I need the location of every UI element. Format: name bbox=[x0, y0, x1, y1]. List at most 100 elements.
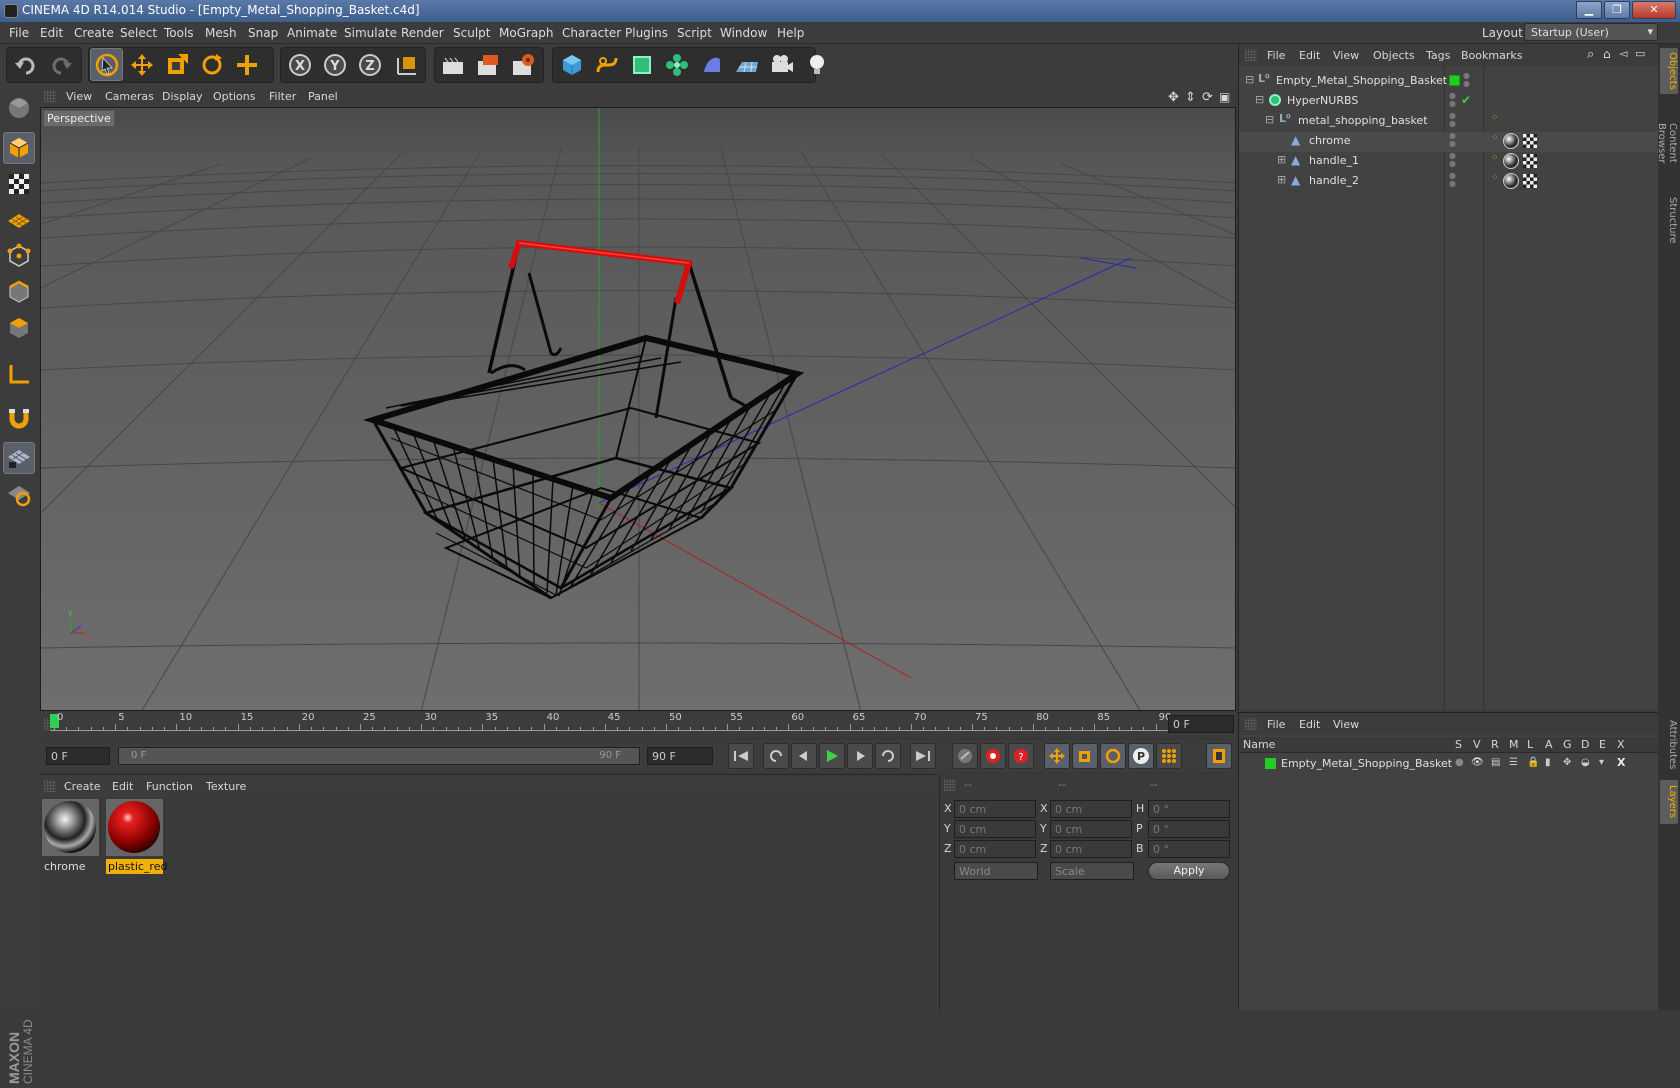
menu-tools[interactable]: Tools bbox=[164, 26, 194, 40]
add-icon[interactable] bbox=[230, 48, 263, 81]
array-icon[interactable] bbox=[660, 48, 693, 81]
viewport-menu-cameras[interactable]: Cameras bbox=[105, 90, 154, 103]
material-plastic-red[interactable]: plastic_red bbox=[106, 799, 167, 874]
texture-mode-icon[interactable] bbox=[3, 168, 35, 200]
next-frame-icon[interactable] bbox=[847, 743, 873, 769]
parameter-key-icon[interactable]: P bbox=[1128, 743, 1154, 769]
restore-button[interactable]: ❐ bbox=[1604, 1, 1630, 19]
lock-icon[interactable]: 🔒 bbox=[1527, 757, 1539, 768]
menu-create[interactable]: Create bbox=[74, 26, 114, 40]
start-frame-field[interactable]: 0 F bbox=[46, 747, 110, 765]
search-icon[interactable]: ⌕ bbox=[1587, 47, 1594, 62]
collapse-icon[interactable]: ⊟ bbox=[1265, 113, 1274, 126]
tab-objects[interactable]: Objects bbox=[1660, 48, 1678, 94]
phong-tag-icon[interactable]: ⁘ bbox=[1491, 113, 1499, 123]
layer-menu-edit[interactable]: Edit bbox=[1299, 718, 1320, 731]
redo-icon[interactable] bbox=[44, 48, 77, 81]
viewport-menu-view[interactable]: View bbox=[66, 90, 92, 103]
make-editable-icon[interactable] bbox=[3, 92, 35, 124]
select-icon[interactable] bbox=[90, 48, 123, 81]
menu-render[interactable]: Render bbox=[401, 26, 444, 40]
coordinate-system-icon[interactable] bbox=[390, 48, 423, 81]
menu-help[interactable]: Help bbox=[777, 26, 804, 40]
menu-script[interactable]: Script bbox=[677, 26, 712, 40]
axis-mode-icon[interactable] bbox=[3, 358, 35, 390]
material-menu-create[interactable]: Create bbox=[64, 780, 101, 793]
phong-tag-icon[interactable]: ⁘ bbox=[1491, 133, 1499, 143]
maximize-view-icon[interactable]: ▣ bbox=[1219, 90, 1230, 104]
expand-icon[interactable]: ⊞ bbox=[1277, 173, 1286, 186]
polygons-mode-icon[interactable] bbox=[3, 312, 35, 344]
position-key-icon[interactable] bbox=[1044, 743, 1070, 769]
record-active-objects-icon[interactable] bbox=[952, 743, 978, 769]
rotation-h-field[interactable]: 0 ° bbox=[1148, 800, 1230, 818]
magnet-icon[interactable] bbox=[3, 402, 35, 434]
y-axis-icon[interactable]: Y bbox=[318, 48, 351, 81]
timeline-ruler[interactable]: 0 5 10 15 20 25 30 35 40 45 50 55 60 65 70 75 80 85 90 0 F bbox=[40, 712, 1236, 736]
expand-icon[interactable]: ⊞ bbox=[1277, 153, 1286, 166]
tab-structure[interactable]: Structure bbox=[1660, 192, 1678, 248]
play-icon[interactable] bbox=[819, 743, 845, 769]
scroll-up-icon[interactable]: ◅ bbox=[1619, 47, 1627, 60]
visibility-dots[interactable]: ● ● bbox=[1449, 112, 1456, 128]
rotation-b-field[interactable]: 0 ° bbox=[1148, 840, 1230, 858]
material-menu-texture[interactable]: Texture bbox=[206, 780, 246, 793]
workplane-icon[interactable] bbox=[3, 204, 35, 236]
move-icon[interactable] bbox=[125, 48, 158, 81]
spline-icon[interactable] bbox=[590, 48, 623, 81]
object-menu-objects[interactable]: Objects bbox=[1373, 49, 1415, 62]
size-mode-dropdown[interactable]: Scale bbox=[1050, 862, 1134, 880]
object-menu-file[interactable]: File bbox=[1267, 49, 1285, 62]
menu-character[interactable]: Character bbox=[562, 26, 621, 40]
autokeying-icon[interactable] bbox=[980, 743, 1006, 769]
nurbs-icon[interactable] bbox=[625, 48, 658, 81]
position-z-field[interactable]: 0 cm bbox=[954, 840, 1036, 858]
material-menu-edit[interactable]: Edit bbox=[112, 780, 133, 793]
close-button[interactable]: ✕ bbox=[1632, 1, 1676, 19]
rotation-key-icon[interactable] bbox=[1100, 743, 1126, 769]
object-menu-view[interactable]: View bbox=[1333, 49, 1359, 62]
menu-simulate[interactable]: Simulate bbox=[344, 26, 397, 40]
tab-attributes[interactable]: Attributes bbox=[1660, 714, 1678, 776]
size-y-field[interactable]: 0 cm bbox=[1050, 820, 1132, 838]
render-picture-viewer-icon[interactable] bbox=[471, 48, 504, 81]
menu-animate[interactable]: Animate bbox=[287, 26, 337, 40]
layer-col-render[interactable]: R bbox=[1491, 738, 1499, 751]
phong-tag-icon[interactable]: ⁘ bbox=[1491, 153, 1499, 163]
viewport-menu-display[interactable]: Display bbox=[162, 90, 203, 103]
locked-workplane-icon[interactable] bbox=[3, 442, 35, 474]
layout-dropdown[interactable]: Startup (User) ▾ bbox=[1524, 23, 1658, 41]
layer-color-chip[interactable] bbox=[1449, 75, 1460, 86]
visibility-dots[interactable]: ● ● bbox=[1449, 152, 1456, 168]
menu-mograph[interactable]: MoGraph bbox=[499, 26, 554, 40]
perspective-viewport[interactable]: y x z Perspective bbox=[40, 107, 1236, 711]
object-row[interactable]: ⊞ ▲ handle_1 ● ● ⁘ bbox=[1239, 152, 1659, 172]
material-menu-function[interactable]: Function bbox=[146, 780, 193, 793]
animation-toggle-icon[interactable]: ▮ bbox=[1545, 757, 1551, 768]
menu-select[interactable]: Select bbox=[120, 26, 157, 40]
layer-col-animation[interactable]: A bbox=[1545, 738, 1553, 751]
light-icon[interactable] bbox=[800, 48, 833, 81]
coordinate-space-dropdown[interactable]: World bbox=[954, 862, 1038, 880]
apply-button[interactable]: Apply bbox=[1148, 862, 1230, 880]
material-tag-icon[interactable] bbox=[1503, 173, 1519, 189]
object-row[interactable]: ⊟ L⁰ Empty_Metal_Shopping_Basket ● ● bbox=[1239, 72, 1659, 92]
uvw-tag-icon[interactable] bbox=[1523, 134, 1537, 148]
minimize-button[interactable]: ▁ bbox=[1576, 1, 1602, 19]
material-tag-icon[interactable] bbox=[1503, 153, 1519, 169]
layer-col-generators[interactable]: G bbox=[1563, 738, 1572, 751]
size-z-field[interactable]: 0 cm bbox=[1050, 840, 1132, 858]
scene-floor-icon[interactable] bbox=[730, 48, 763, 81]
object-menu-edit[interactable]: Edit bbox=[1299, 49, 1320, 62]
object-row[interactable]: ⊞ ▲ handle_2 ● ● ⁘ bbox=[1239, 172, 1659, 192]
object-row[interactable]: ▲ chrome ● ● ⁘ bbox=[1239, 132, 1659, 152]
timeline-window-icon[interactable] bbox=[1206, 743, 1232, 769]
layer-col-xref[interactable]: X bbox=[1617, 738, 1625, 751]
deformer-toggle-icon[interactable]: ◒ bbox=[1581, 757, 1590, 768]
layer-col-deformers[interactable]: D bbox=[1581, 738, 1589, 751]
collapse-icon[interactable]: ⊟ bbox=[1255, 93, 1264, 106]
layer-menu-view[interactable]: View bbox=[1333, 718, 1359, 731]
generator-toggle-icon[interactable]: ✥ bbox=[1563, 757, 1571, 768]
menu-snap[interactable]: Snap bbox=[248, 26, 278, 40]
layer-col-locked[interactable]: L bbox=[1527, 738, 1533, 751]
